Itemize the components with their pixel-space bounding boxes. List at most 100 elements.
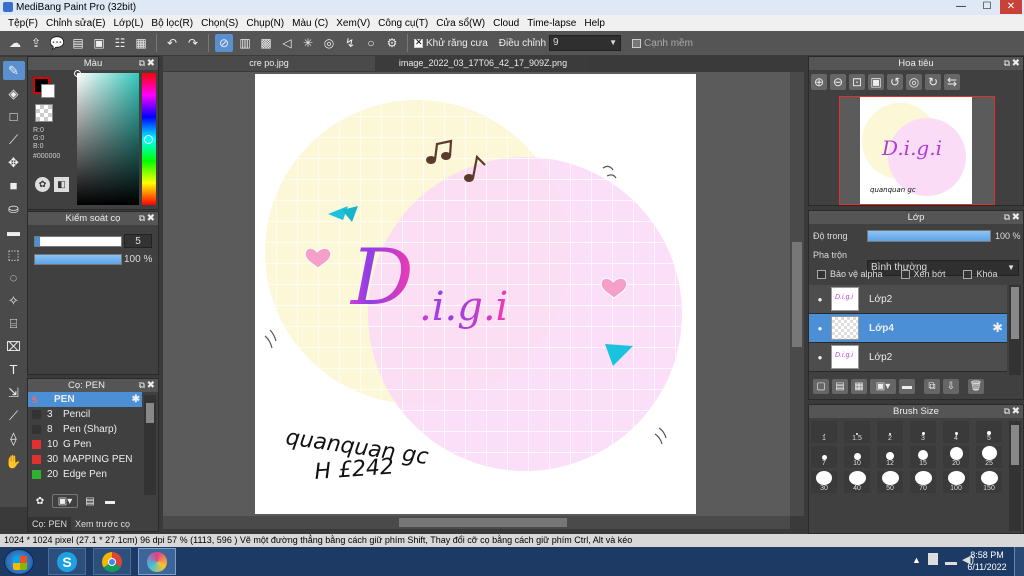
palette-icon[interactable]: ✿ — [35, 177, 50, 192]
brush-file-icon[interactable]: ▤ — [82, 494, 98, 508]
brush-item-g-pen[interactable]: 10 G Pen — [28, 437, 142, 452]
menu-color[interactable]: Màu (C) — [288, 18, 332, 29]
zoom-out-icon[interactable]: ⊖ — [830, 74, 846, 90]
ring-snap-icon[interactable]: ○ — [362, 34, 380, 52]
taskbar-chrome[interactable] — [93, 548, 131, 575]
rectangle-tool-icon[interactable]: □ — [3, 107, 25, 126]
select-eraser-icon[interactable]: ⌧ — [3, 337, 25, 356]
image-icon[interactable]: ▦ — [132, 34, 150, 52]
menu-timelapse[interactable]: Time-lapse — [523, 18, 580, 29]
brush-size-scroll-thumb[interactable] — [1011, 425, 1019, 465]
brush-list-scrollbar[interactable] — [144, 395, 156, 495]
grid-snap-icon[interactable]: ▩ — [257, 34, 275, 52]
tray-network-icon[interactable] — [945, 553, 957, 565]
canvas-area[interactable]: D .i.g.i quanquan gc H £242 — [163, 72, 790, 516]
menu-help[interactable]: Help — [580, 18, 609, 29]
zoom-in-icon[interactable]: ⊕ — [811, 74, 827, 90]
brush-item-mapping-pen[interactable]: 30 MAPPING PEN — [28, 452, 142, 467]
new-8bit-layer-icon[interactable]: ▦ — [851, 379, 867, 394]
clipping-checkbox[interactable] — [900, 269, 910, 279]
layer-row[interactable]: ● D.i.g.i Lớp2 — [809, 343, 1007, 372]
brush-size-cell[interactable]: 70 — [910, 471, 936, 493]
brush-size-cell[interactable]: 30 — [811, 471, 837, 493]
menu-tools[interactable]: Công cụ(T) — [374, 18, 432, 29]
brush-tool-icon[interactable]: ✎ — [2, 61, 25, 80]
curve-snap-icon[interactable]: ↯ — [341, 34, 359, 52]
popout-icon[interactable]: ⧉ — [139, 57, 145, 70]
lock-checkbox[interactable] — [963, 269, 973, 279]
redo-icon[interactable]: ↷ — [184, 34, 202, 52]
brush-size-cell[interactable]: 4 — [943, 421, 969, 443]
menu-view[interactable]: Xem(V) — [332, 18, 374, 29]
tab-cre-po[interactable]: cre po.jpg — [163, 56, 375, 71]
brush-size-cell[interactable]: 100 — [943, 471, 969, 493]
canvas-horizontal-scrollbar[interactable] — [163, 516, 790, 529]
comment-icon[interactable]: 💬 — [48, 34, 66, 52]
close-icon[interactable]: ✖ — [1012, 57, 1020, 70]
maximize-button[interactable]: ☐ — [976, 0, 998, 14]
close-icon[interactable]: ✖ — [147, 379, 155, 392]
perspective-snap-icon[interactable]: ◁ — [278, 34, 296, 52]
brush-opacity-slider[interactable] — [34, 254, 122, 265]
brush-size-cell[interactable]: 50 — [877, 471, 903, 493]
layer-list-scrollbar[interactable] — [1009, 285, 1021, 375]
undo-icon[interactable]: ↶ — [163, 34, 181, 52]
snap-settings-icon[interactable]: ⚙ — [383, 34, 401, 52]
layer-opacity-slider[interactable] — [867, 230, 991, 242]
tab-brush-pen[interactable]: Cọ: PEN — [28, 517, 72, 531]
gear-icon[interactable]: ✱ — [992, 320, 1003, 336]
brush-size-scrollbar[interactable] — [1009, 421, 1021, 531]
close-icon[interactable]: ✖ — [147, 57, 155, 70]
new-halftone-layer-icon[interactable]: ▤ — [832, 379, 848, 394]
tab-brush-preview[interactable]: Xem trước cọ — [71, 517, 134, 531]
brush-size-cell[interactable]: 40 — [844, 471, 870, 493]
share-icon[interactable]: ⇪ — [27, 34, 45, 52]
tab-image-png[interactable]: image_2022_03_17T06_42_17_909Z.png — [377, 56, 589, 71]
popout-icon[interactable]: ⧉ — [139, 379, 145, 392]
brush-item-pen-sharp[interactable]: 8 Pen (Sharp) — [28, 422, 142, 437]
drawing-canvas[interactable]: D .i.g.i quanquan gc H £242 — [255, 74, 696, 514]
brush-folder-icon[interactable]: ▬ — [102, 494, 118, 508]
magic-wand-icon[interactable]: ✧ — [3, 291, 25, 310]
brush-list-scroll-thumb[interactable] — [146, 403, 154, 423]
grid-list-icon[interactable]: ☷ — [111, 34, 129, 52]
transparent-color-swatch[interactable] — [35, 104, 53, 122]
move-tool-icon[interactable]: ✥ — [3, 153, 25, 172]
brush-size-slider[interactable] — [34, 236, 122, 247]
brush-size-cell[interactable]: 20 — [943, 446, 969, 468]
gradient-tool-icon[interactable]: ▬ — [3, 222, 25, 241]
popout-icon[interactable]: ⧉ — [1004, 405, 1010, 418]
tray-flag-icon[interactable] — [928, 553, 938, 565]
text-tool-icon[interactable]: T — [3, 360, 25, 379]
canvas-vertical-scrollbar[interactable] — [790, 72, 804, 516]
menu-window[interactable]: Cửa sổ(W) — [432, 18, 489, 29]
brush-size-cell[interactable]: 2 — [877, 421, 903, 443]
menu-cloud[interactable]: Cloud — [489, 18, 523, 29]
popout-icon[interactable]: ⧉ — [1004, 211, 1010, 224]
delete-layer-icon[interactable]: 🗑 — [968, 379, 984, 394]
divide-tool-icon[interactable]: ⟋ — [3, 406, 25, 425]
soft-edge-checkbox[interactable] — [632, 38, 642, 48]
menu-snap[interactable]: Chụp(N) — [242, 18, 288, 29]
eye-icon[interactable]: ● — [809, 324, 831, 333]
brush-size-cell[interactable]: 15 — [910, 446, 936, 468]
gear-icon[interactable]: ✱ — [132, 394, 140, 405]
brush-size-cell[interactable]: 150 — [976, 471, 1002, 493]
dot-tool-icon[interactable]: ⟋ — [3, 130, 25, 149]
popout-icon[interactable]: ⧉ — [139, 212, 145, 225]
page-icon[interactable]: ▣ — [90, 34, 108, 52]
brush-size-cell[interactable]: 3 — [910, 421, 936, 443]
new-layer-icon[interactable]: ▢ — [813, 379, 829, 394]
add-brush-icon[interactable]: ✿ — [32, 494, 48, 508]
layer-scroll-thumb[interactable] — [1011, 287, 1019, 339]
start-button[interactable] — [4, 549, 34, 575]
hand-tool-icon[interactable]: ✋ — [3, 452, 25, 471]
protect-alpha-checkbox[interactable] — [817, 269, 826, 279]
minimize-button[interactable]: — — [950, 0, 972, 14]
brush-item-pen[interactable]: 5 PEN ✱ — [28, 392, 142, 407]
rotate-left-icon[interactable]: ↺ — [887, 74, 903, 90]
brush-size-cell[interactable]: 5 — [976, 421, 1002, 443]
brush-size-cell[interactable]: 1.5 — [844, 421, 870, 443]
fill-tool-icon[interactable]: ■ — [3, 176, 25, 195]
flip-horizontal-icon[interactable]: ⇆ — [944, 74, 960, 90]
